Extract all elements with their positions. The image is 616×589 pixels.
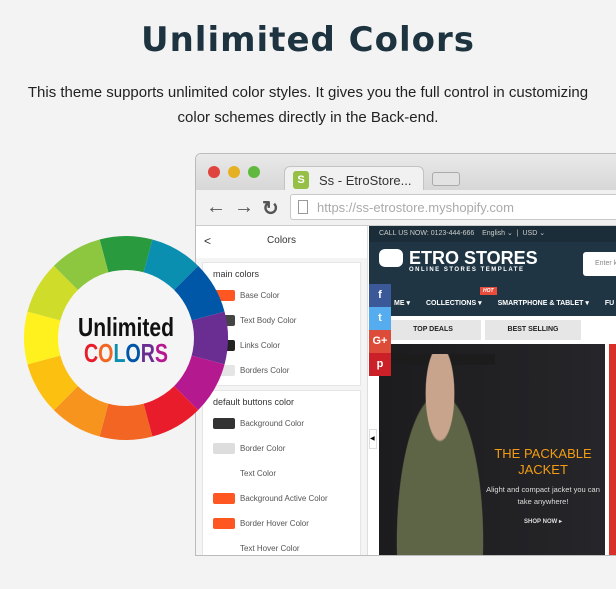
forward-arrow-icon[interactable]: → [234, 196, 254, 219]
model-photo [385, 354, 495, 555]
banner-subtitle: Alight and compact jacket you can take a… [486, 485, 600, 506]
social-bar: f t G+ p [369, 284, 391, 376]
address-bar: ← → ↻ https://ss-etrostore.myshopify.com [196, 190, 616, 226]
menu-collections[interactable]: COLLECTIONS ▾ [426, 300, 482, 307]
color-setting-row[interactable]: Text Color [213, 461, 350, 486]
color-swatch[interactable] [213, 493, 235, 504]
badge-letter: O [98, 338, 113, 368]
page-icon [298, 200, 308, 214]
facebook-icon[interactable]: f [369, 284, 391, 307]
close-window-button[interactable] [208, 166, 220, 178]
url-input[interactable]: https://ss-etrostore.myshopify.com [290, 194, 616, 220]
color-swatch[interactable] [213, 443, 235, 454]
twitter-icon[interactable]: t [369, 307, 391, 330]
section-heading: main colors [213, 269, 260, 279]
color-label: Links Color [240, 341, 281, 350]
description: This theme supports unlimited color styl… [27, 84, 589, 126]
color-label: Text Color [240, 469, 277, 478]
color-setting-row[interactable]: Background Active Color [213, 486, 350, 511]
store-logo[interactable]: ETRO STORES ONLINE STORES TEMPLATE [379, 248, 538, 273]
color-label: Border Hover Color [240, 519, 309, 528]
tab-bar: S Ss - EtroStore... [196, 154, 616, 192]
color-label: Text Body Color [240, 316, 297, 325]
color-setting-row[interactable]: Text Body Color [213, 308, 350, 333]
color-wheel-badge: Unlimited COLORS [23, 236, 228, 440]
phone-text: CALL US NOW: 0123-444-666 [379, 230, 475, 237]
menu-smartphone[interactable]: SMARTPHONE & TABLET ▾ [498, 300, 589, 307]
color-swatch[interactable] [213, 518, 235, 529]
menu-more[interactable]: FU [605, 300, 614, 307]
color-swatch[interactable] [213, 543, 235, 554]
badge-text-colors: COLORS [84, 338, 168, 368]
store-topbar: CALL US NOW: 0123-444-666 English ⌄ | US… [369, 226, 616, 242]
color-setting-row[interactable]: Border Color [213, 436, 350, 461]
page-title: Unlimited Colors [140, 20, 476, 60]
side-banner [609, 344, 616, 555]
main-menu: ME ▾ COLLECTIONS ▾ SMARTPHONE & TABLET ▾ FU… [369, 287, 616, 316]
cat-logo-icon [379, 249, 403, 267]
color-label: Base Color [240, 291, 280, 300]
color-label: Text Hover Color [240, 544, 300, 553]
color-setting-row[interactable]: Text Hover Color [213, 536, 350, 555]
store-preview: CALL US NOW: 0123-444-666 English ⌄ | US… [369, 226, 616, 555]
badge-letter: R [141, 338, 155, 368]
sidebar-title: Colors [267, 235, 296, 246]
color-swatch[interactable] [213, 468, 235, 479]
hero-banner[interactable]: THE PACKABLE JACKET Alight and compact j… [379, 344, 605, 555]
color-setting-row[interactable]: Base Color [213, 283, 350, 308]
color-label: Borders Color [240, 366, 290, 375]
section-heading: default buttons color [213, 397, 295, 407]
pinterest-icon[interactable]: p [369, 353, 391, 376]
collapse-sidebar-button[interactable]: ◀ [369, 429, 377, 449]
color-setting-row[interactable]: Links Color [213, 333, 350, 358]
google-plus-icon[interactable]: G+ [369, 330, 391, 353]
language-select[interactable]: English ⌄ [482, 230, 513, 237]
new-tab-button[interactable] [432, 172, 460, 186]
badge-letter: O [125, 338, 140, 368]
banner-title: THE PACKABLE JACKET [494, 446, 592, 477]
browser-tab[interactable]: S Ss - EtroStore... [284, 166, 424, 192]
back-arrow-icon[interactable]: ← [206, 196, 226, 219]
color-label: Background Active Color [240, 494, 328, 503]
url-text: https://ss-etrostore.myshopify.com [317, 200, 514, 215]
color-setting-row[interactable]: Background Color [213, 411, 350, 436]
tab-top-deals[interactable]: TOP DEALS [385, 320, 481, 340]
minimize-window-button[interactable] [228, 166, 240, 178]
tab-title: Ss - EtroStore... [319, 173, 412, 188]
tab-best-selling[interactable]: BEST SELLING [485, 320, 581, 340]
store-header: ETRO STORES ONLINE STORES TEMPLATE Enter … [369, 242, 616, 290]
color-label: Background Color [240, 419, 305, 428]
reload-icon[interactable]: ↻ [262, 196, 279, 221]
currency-select[interactable]: USD ⌄ [523, 230, 546, 237]
color-setting-row[interactable]: Borders Color [213, 358, 350, 383]
menu-home[interactable]: ME ▾ [394, 300, 410, 307]
badge-letter: L [113, 338, 125, 368]
shopify-icon: S [293, 171, 309, 189]
shop-now-button[interactable]: SHOP NOW ▸ [483, 518, 603, 525]
color-label: Border Color [240, 444, 286, 453]
browser-window: S Ss - EtroStore... ← → ↻ https://ss-etro… [195, 153, 616, 556]
badge-letter: C [84, 338, 98, 368]
color-setting-row[interactable]: Border Hover Color [213, 511, 350, 536]
maximize-window-button[interactable] [248, 166, 260, 178]
hot-badge: HOT [480, 287, 497, 295]
badge-letter: S [155, 338, 168, 368]
search-input[interactable]: Enter k [583, 252, 616, 276]
